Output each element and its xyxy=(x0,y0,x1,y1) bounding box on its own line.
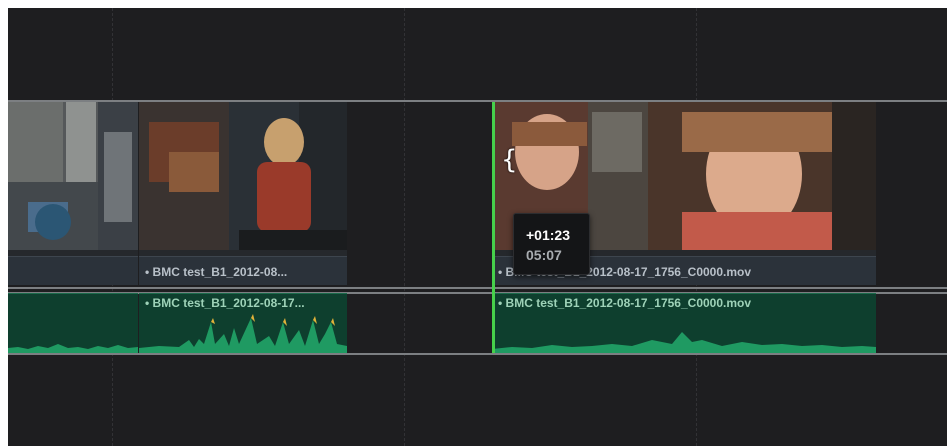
video-clip[interactable]: • BMC test_B1_2012-08... xyxy=(139,102,347,285)
track-divider xyxy=(8,287,947,289)
clip-thumbnail xyxy=(139,102,347,250)
clip-name-bar: • BMC test_B1_2012-08... xyxy=(139,256,347,285)
trim-tooltip: +01:23 05:07 xyxy=(513,213,590,275)
clip-name: • BMC test_B1_2012-08... xyxy=(145,265,288,279)
trim-duration: 05:07 xyxy=(526,247,562,263)
trim-edge-indicator[interactable] xyxy=(492,102,495,353)
audio-clip[interactable] xyxy=(8,293,138,353)
audio-waveform xyxy=(8,344,138,353)
trim-cursor-icon: { xyxy=(501,145,518,175)
audio-track-bottom-divider xyxy=(8,353,947,355)
audio-clip[interactable]: • BMC test_B1_2012-08-17... xyxy=(139,293,347,353)
audio-waveform xyxy=(139,314,347,353)
clip-name-bar xyxy=(8,256,138,285)
trim-offset: +01:23 xyxy=(526,227,570,243)
grid-line xyxy=(404,8,405,446)
clip-thumbnail xyxy=(8,102,138,250)
video-clip[interactable] xyxy=(8,102,138,285)
timeline-panel[interactable]: • BMC test_B1_2012-08... • BMC test_B1_2… xyxy=(8,8,947,446)
audio-clip-selected[interactable]: • BMC test_B1_2012-08-17_1756_C0000.mov xyxy=(492,293,876,353)
audio-waveform xyxy=(492,332,876,353)
